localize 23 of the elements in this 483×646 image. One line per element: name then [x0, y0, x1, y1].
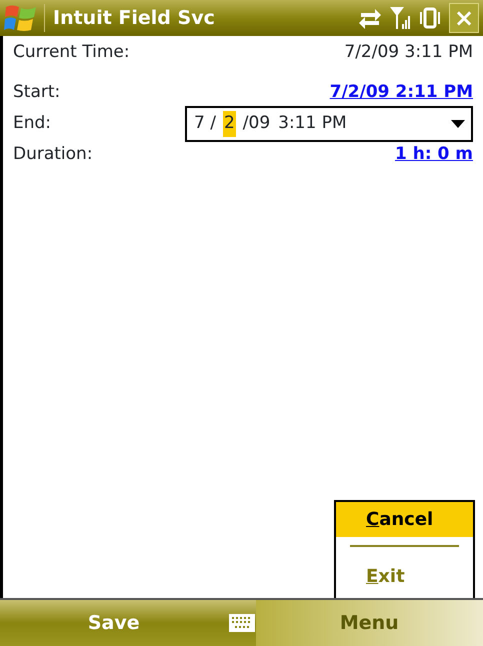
field-label: End:: [13, 112, 52, 136]
date-time-picker[interactable]: 7 / 2 /09 3:11 PM: [185, 106, 473, 142]
picker-segment[interactable]: 2: [222, 111, 236, 137]
field-label: Duration:: [13, 143, 93, 166]
picker-segment[interactable]: 7 /: [193, 111, 217, 137]
soft-key[interactable]: Menu: [256, 600, 483, 646]
window-title: Intuit Field Svc: [44, 4, 351, 32]
signal-icon[interactable]: [389, 5, 411, 31]
connectivity-icon[interactable]: [357, 6, 383, 30]
menu-item[interactable]: Cancel: [336, 502, 473, 537]
field-label: Current Time:: [13, 41, 130, 64]
value-link[interactable]: 7/2/09 2:11 PM: [330, 80, 473, 106]
keyboard-icon[interactable]: [228, 613, 256, 633]
picker-segment[interactable]: /09: [242, 111, 272, 137]
value-link[interactable]: 1 h: 0 m: [394, 142, 473, 168]
picker-segment[interactable]: 3:11 PM: [277, 111, 348, 137]
dropdown-arrow-icon[interactable]: [451, 120, 465, 128]
soft-key[interactable]: Save: [0, 608, 228, 638]
vibrate-icon[interactable]: [417, 6, 443, 30]
field-label: Start:: [13, 81, 60, 104]
menu-item[interactable]: Exit: [336, 559, 473, 594]
field-value: 7/2/09 3:11 PM: [344, 41, 473, 64]
windows-logo-icon[interactable]: [4, 3, 38, 33]
